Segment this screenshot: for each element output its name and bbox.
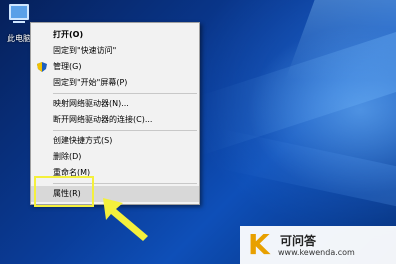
watermark: K 可问答 www.kewenda.com [240,226,396,264]
watermark-title: 可问答 [280,234,317,248]
annotation-arrow-icon [103,198,148,241]
watermark-url: www.kewenda.com [278,248,355,257]
watermark-logo: K [248,228,270,261]
